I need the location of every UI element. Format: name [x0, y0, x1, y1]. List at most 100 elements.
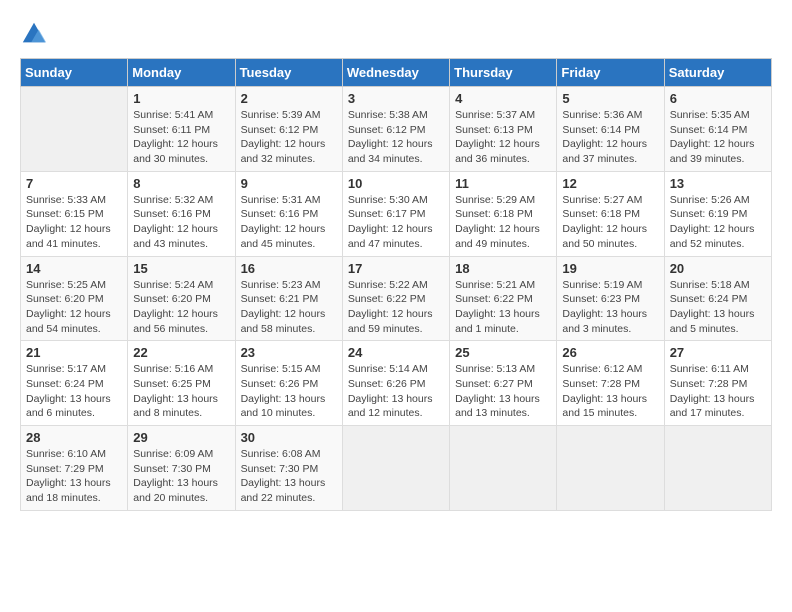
header-cell-friday: Friday	[557, 59, 664, 87]
day-number: 28	[26, 430, 122, 445]
day-number: 26	[562, 345, 658, 360]
day-detail: Sunrise: 5:25 AM Sunset: 6:20 PM Dayligh…	[26, 278, 122, 337]
day-cell	[342, 426, 449, 511]
day-number: 5	[562, 91, 658, 106]
day-cell: 27 Sunrise: 6:11 AM Sunset: 7:28 PM Dayli…	[664, 341, 771, 426]
day-detail: Sunrise: 6:09 AM Sunset: 7:30 PM Dayligh…	[133, 447, 229, 506]
day-cell: 23 Sunrise: 5:15 AM Sunset: 6:26 PM Dayli…	[235, 341, 342, 426]
day-detail: Sunrise: 5:35 AM Sunset: 6:14 PM Dayligh…	[670, 108, 766, 167]
week-row-1: 1 Sunrise: 5:41 AM Sunset: 6:11 PM Daylig…	[21, 87, 772, 172]
day-number: 14	[26, 261, 122, 276]
header-cell-saturday: Saturday	[664, 59, 771, 87]
day-number: 18	[455, 261, 551, 276]
day-cell: 9 Sunrise: 5:31 AM Sunset: 6:16 PM Daylig…	[235, 171, 342, 256]
calendar-table: SundayMondayTuesdayWednesdayThursdayFrid…	[20, 58, 772, 511]
day-cell: 2Sunrise: 5:39 AM Sunset: 6:12 PM Daylig…	[235, 87, 342, 172]
day-cell: 13Sunrise: 5:26 AM Sunset: 6:19 PM Dayli…	[664, 171, 771, 256]
day-number: 22	[133, 345, 229, 360]
day-cell: 8 Sunrise: 5:32 AM Sunset: 6:16 PM Daylig…	[128, 171, 235, 256]
day-number: 19	[562, 261, 658, 276]
day-number: 27	[670, 345, 766, 360]
day-detail: Sunrise: 6:11 AM Sunset: 7:28 PM Dayligh…	[670, 362, 766, 421]
day-detail: Sunrise: 5:41 AM Sunset: 6:11 PM Dayligh…	[133, 108, 229, 167]
header-cell-monday: Monday	[128, 59, 235, 87]
calendar-header: SundayMondayTuesdayWednesdayThursdayFrid…	[21, 59, 772, 87]
day-cell: 5 Sunrise: 5:36 AM Sunset: 6:14 PM Daylig…	[557, 87, 664, 172]
day-cell	[557, 426, 664, 511]
day-number: 11	[455, 176, 551, 191]
day-number: 13	[670, 176, 766, 191]
day-number: 1	[133, 91, 229, 106]
day-cell: 14 Sunrise: 5:25 AM Sunset: 6:20 PM Dayli…	[21, 256, 128, 341]
day-cell: 3 Sunrise: 5:38 AM Sunset: 6:12 PM Daylig…	[342, 87, 449, 172]
day-detail: Sunrise: 6:10 AM Sunset: 7:29 PM Dayligh…	[26, 447, 122, 506]
day-detail: Sunrise: 5:24 AM Sunset: 6:20 PM Dayligh…	[133, 278, 229, 337]
day-cell: 24 Sunrise: 5:14 AM Sunset: 6:26 PM Dayli…	[342, 341, 449, 426]
day-cell: 29 Sunrise: 6:09 AM Sunset: 7:30 PM Dayli…	[128, 426, 235, 511]
header-cell-wednesday: Wednesday	[342, 59, 449, 87]
day-number: 10	[348, 176, 444, 191]
day-number: 8	[133, 176, 229, 191]
week-row-3: 14 Sunrise: 5:25 AM Sunset: 6:20 PM Dayli…	[21, 256, 772, 341]
day-cell: 12 Sunrise: 5:27 AM Sunset: 6:18 PM Dayli…	[557, 171, 664, 256]
logo-icon	[20, 20, 48, 48]
day-detail: Sunrise: 5:39 AM Sunset: 6:12 PM Dayligh…	[241, 108, 337, 167]
day-number: 24	[348, 345, 444, 360]
day-detail: Sunrise: 5:19 AM Sunset: 6:23 PM Dayligh…	[562, 278, 658, 337]
day-detail: Sunrise: 5:29 AM Sunset: 6:18 PM Dayligh…	[455, 193, 551, 252]
day-number: 21	[26, 345, 122, 360]
day-detail: Sunrise: 5:36 AM Sunset: 6:14 PM Dayligh…	[562, 108, 658, 167]
day-cell: 26Sunrise: 6:12 AM Sunset: 7:28 PM Dayli…	[557, 341, 664, 426]
day-cell: 1 Sunrise: 5:41 AM Sunset: 6:11 PM Daylig…	[128, 87, 235, 172]
week-row-5: 28 Sunrise: 6:10 AM Sunset: 7:29 PM Dayli…	[21, 426, 772, 511]
day-number: 12	[562, 176, 658, 191]
logo	[20, 20, 52, 48]
day-cell: 17Sunrise: 5:22 AM Sunset: 6:22 PM Dayli…	[342, 256, 449, 341]
day-detail: Sunrise: 5:17 AM Sunset: 6:24 PM Dayligh…	[26, 362, 122, 421]
day-cell: 19 Sunrise: 5:19 AM Sunset: 6:23 PM Dayli…	[557, 256, 664, 341]
day-number: 4	[455, 91, 551, 106]
day-number: 16	[241, 261, 337, 276]
day-detail: Sunrise: 5:13 AM Sunset: 6:27 PM Dayligh…	[455, 362, 551, 421]
day-detail: Sunrise: 6:08 AM Sunset: 7:30 PM Dayligh…	[241, 447, 337, 506]
day-number: 15	[133, 261, 229, 276]
day-number: 3	[348, 91, 444, 106]
day-cell: 30Sunrise: 6:08 AM Sunset: 7:30 PM Dayli…	[235, 426, 342, 511]
day-cell: 22 Sunrise: 5:16 AM Sunset: 6:25 PM Dayli…	[128, 341, 235, 426]
header-row: SundayMondayTuesdayWednesdayThursdayFrid…	[21, 59, 772, 87]
day-detail: Sunrise: 5:16 AM Sunset: 6:25 PM Dayligh…	[133, 362, 229, 421]
day-number: 25	[455, 345, 551, 360]
header-cell-tuesday: Tuesday	[235, 59, 342, 87]
day-detail: Sunrise: 5:32 AM Sunset: 6:16 PM Dayligh…	[133, 193, 229, 252]
week-row-4: 21 Sunrise: 5:17 AM Sunset: 6:24 PM Dayli…	[21, 341, 772, 426]
day-detail: Sunrise: 5:31 AM Sunset: 6:16 PM Dayligh…	[241, 193, 337, 252]
day-cell	[450, 426, 557, 511]
day-cell: 28 Sunrise: 6:10 AM Sunset: 7:29 PM Dayli…	[21, 426, 128, 511]
calendar-body: 1 Sunrise: 5:41 AM Sunset: 6:11 PM Daylig…	[21, 87, 772, 511]
day-number: 9	[241, 176, 337, 191]
day-cell: 25 Sunrise: 5:13 AM Sunset: 6:27 PM Dayli…	[450, 341, 557, 426]
day-detail: Sunrise: 5:15 AM Sunset: 6:26 PM Dayligh…	[241, 362, 337, 421]
day-cell: 4 Sunrise: 5:37 AM Sunset: 6:13 PM Daylig…	[450, 87, 557, 172]
day-cell	[21, 87, 128, 172]
header-cell-sunday: Sunday	[21, 59, 128, 87]
day-detail: Sunrise: 5:38 AM Sunset: 6:12 PM Dayligh…	[348, 108, 444, 167]
day-number: 23	[241, 345, 337, 360]
day-detail: Sunrise: 5:22 AM Sunset: 6:22 PM Dayligh…	[348, 278, 444, 337]
day-detail: Sunrise: 5:14 AM Sunset: 6:26 PM Dayligh…	[348, 362, 444, 421]
day-number: 7	[26, 176, 122, 191]
page-header	[20, 20, 772, 48]
day-detail: Sunrise: 5:33 AM Sunset: 6:15 PM Dayligh…	[26, 193, 122, 252]
day-cell: 10 Sunrise: 5:30 AM Sunset: 6:17 PM Dayli…	[342, 171, 449, 256]
day-detail: Sunrise: 5:30 AM Sunset: 6:17 PM Dayligh…	[348, 193, 444, 252]
week-row-2: 7 Sunrise: 5:33 AM Sunset: 6:15 PM Daylig…	[21, 171, 772, 256]
day-detail: Sunrise: 5:37 AM Sunset: 6:13 PM Dayligh…	[455, 108, 551, 167]
day-detail: Sunrise: 5:21 AM Sunset: 6:22 PM Dayligh…	[455, 278, 551, 337]
header-cell-thursday: Thursday	[450, 59, 557, 87]
day-number: 29	[133, 430, 229, 445]
day-detail: Sunrise: 5:18 AM Sunset: 6:24 PM Dayligh…	[670, 278, 766, 337]
day-cell: 11 Sunrise: 5:29 AM Sunset: 6:18 PM Dayli…	[450, 171, 557, 256]
day-cell: 15 Sunrise: 5:24 AM Sunset: 6:20 PM Dayli…	[128, 256, 235, 341]
day-detail: Sunrise: 5:27 AM Sunset: 6:18 PM Dayligh…	[562, 193, 658, 252]
day-cell: 21 Sunrise: 5:17 AM Sunset: 6:24 PM Dayli…	[21, 341, 128, 426]
